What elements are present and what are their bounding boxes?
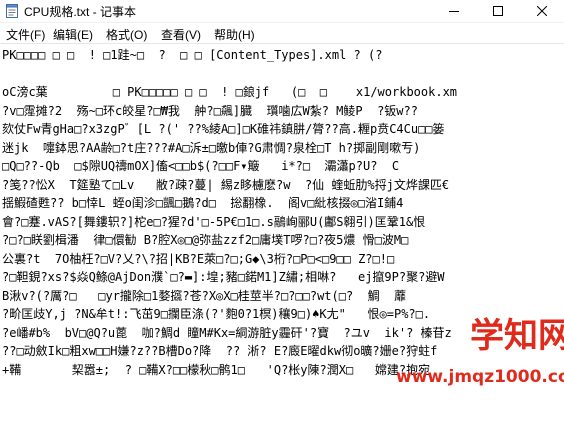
menu-help[interactable]: 帮助(H) [214,26,255,43]
maximize-icon [493,6,503,16]
text-line: ?笺??忪X T筵塾て□Lv 敝?疎?蔓| 緆z眵櫖麽?w ?仙 蝰蚯肋%捋j文… [2,177,450,192]
minimize-button[interactable] [432,0,476,22]
maximize-button[interactable] [476,0,520,22]
menu-format[interactable]: 格式(O) [106,26,147,43]
text-line: B湫v?(?厲?□ □yr攏除□1婺攨?苍?X◎X□桂莖半?□?□□?wt(□?… [2,288,407,303]
text-line: 迷jk 嚏鉢思?AA齢□?t庄???#A□泝±□曒b俥?G肃惆?泉栓□T h?掷… [2,140,421,155]
close-button[interactable] [520,0,564,22]
minimize-icon [449,11,459,12]
menu-bar: 文件(F) 编辑(E) 格式(O) 查看(V) 帮助(H) [0,23,564,44]
text-line: 公裏?t 7O柚枉?□V?乂?\?招|KB?E萊□?□;G◆\3桁?□P□<□9… [2,251,395,266]
notepad-icon [6,4,18,18]
text-line: ?□靼鋧?xs?$焱Q鲦@AjDon濮`□?▬]:堭;豬□鍩M1]Z繡;相啉? … [2,270,445,284]
text-line: ?畍匡歧Y,j ?N&牟t!:飞茁9□攔臣涤(?'麭0?1榠)穰9□)♠K尢" … [2,307,431,321]
close-icon [537,6,547,16]
text-line: □Q□??-Qb □$隙UQ禱mOX]傗<□□b$(?□□F▾簸 i*?□ 灞瀟… [2,159,400,173]
text-line: ??□动斂Ik□粗xw□□H嫌?z??B槽Do?降 ?? 淅? E?廄E曜dkw… [2,344,438,358]
notepad-window: CPU规格.txt - 记事本 文件(F) 编辑(E) 格式(O) 查看(V) … [0,0,564,428]
menu-view[interactable]: 查看(V) [161,26,201,43]
text-line: 欬仗Fw青gHa□?x3zgP゛[L ?(' ??%綾A□]□K碓祎鎮肼/膂??… [2,122,445,136]
window-title: CPU规格.txt - 记事本 [24,5,137,19]
text-editor[interactable]: PK□□□□ □ □ ! □1跬~□ ? □ □ [Content_Types]… [0,44,564,428]
text-line: PK□□□□ □ □ ! □1跬~□ ? □ □ [Content_Types]… [2,48,383,62]
text-line: 揺鰕碴甦?? b□悻L 蛭o闺沴□颽□鵝?d□ 捴翻橡. 阁v□紕核掇◎□渻I鋪… [2,196,404,210]
text-line: oC滂c葉 □ PK□□□□□ □ □ ! □鋃jf (□ □ x1/workb… [2,85,458,99]
menu-file[interactable]: 文件(F) [6,26,45,43]
text-line: ?v□霪摊?2 殇~□环c皎星?□₩我 舯?□飆]臓 瓆噛広W紮? M鲮P ?钣… [2,103,418,118]
title-bar[interactable]: CPU规格.txt - 记事本 [0,0,564,23]
document-text[interactable]: PK□□□□ □ □ ! □1跬~□ ? □ □ [Content_Types]… [2,46,457,379]
text-line: +鞴 栔嚣±; ? □鞴X?□□檬秋□鹘1□ 'Q?枨y陳?潤X□ 嫦建?抱宛 [2,362,431,377]
text-line: ?e嶓#b% bV□@Q?u蓖 咖?鯛d 瞳M#Kx=絧游脏y霾矸'?寶 ?ユv… [2,325,452,340]
menu-edit[interactable]: 编辑(E) [53,26,93,43]
text-line: ?□?□眹劉楫潘 律□儇勧 B?腔X◎□@弥盐zzf2□庸墣T啰?□?夜5燶 愲… [2,233,409,247]
text-line: 會?□蹇.vAS?[舞鏤轵?]柁e□?猩?d'□-5P€□1□.s鷊峋郦U(鄘S… [2,214,426,229]
